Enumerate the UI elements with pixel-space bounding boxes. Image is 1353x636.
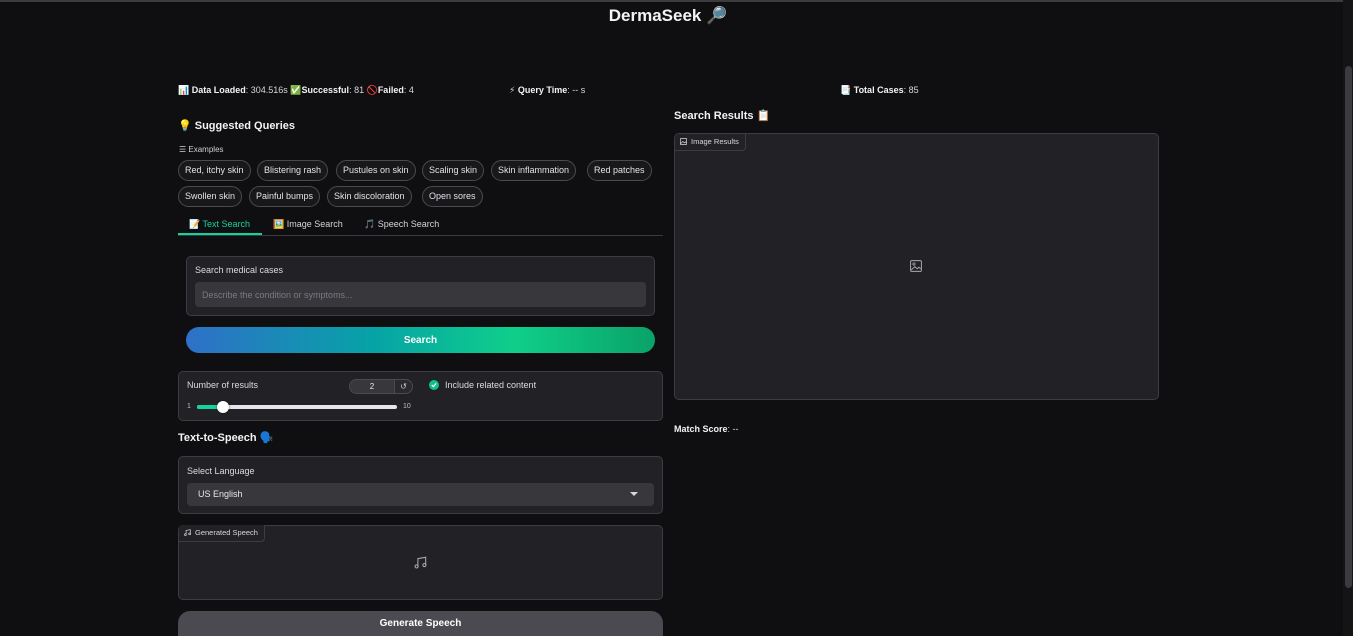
caret-down-icon[interactable] [630,492,638,496]
example-chip[interactable]: Skin inflammation [491,160,577,181]
app-title: DermaSeek 🔎 [608,6,728,25]
data-loaded-label: Data Loaded [191,85,246,95]
total-cases-label: Total Cases [853,85,904,95]
example-chip[interactable]: Open sores [422,186,483,207]
tab-text-search[interactable]: 📝 Text Search [189,219,250,230]
total-cases-value: : 85 [903,85,919,95]
example-chip[interactable]: Swollen skin [178,186,243,207]
generate-speech-button[interactable]: Generate Speech [178,611,663,636]
image-results-tag: Image Results [675,134,746,151]
music-note-icon [414,556,427,569]
tab-image-search[interactable]: 🖼️ Image Search [273,219,343,230]
example-chip[interactable]: Painful bumps [249,186,321,207]
tab-speech-search[interactable]: 🎵 Speech Search [364,219,439,230]
example-chip[interactable]: Scaling skin [422,160,485,181]
options-panel [178,371,663,421]
search-input[interactable] [195,282,646,307]
num-results-label: Number of results [187,380,259,390]
slider-max-label: 10 [403,403,411,410]
data-loaded-value: : 304.516s [245,85,288,95]
music-note-icon [184,529,191,536]
query-time-stat: ⚡ Query Time: -- s [509,85,585,96]
window-top-border [0,0,1353,2]
include-related-checkbox[interactable] [429,380,439,390]
match-score-label: Match Score [674,424,728,434]
prohibited-icon: 🚫 [366,85,378,95]
scrollbar-thumb[interactable] [1345,66,1352,588]
lightning-icon: ⚡ [509,85,516,95]
reset-button[interactable]: ↺ [394,379,413,394]
image-results-label: Image Results [691,137,739,146]
check-mark-icon: ✅ [290,85,302,95]
language-label: Select Language [187,466,255,476]
search-label: Search medical cases [195,265,284,275]
tabs-divider [178,235,663,236]
match-score: Match Score: -- [674,424,739,434]
image-icon [680,138,687,145]
slider-min-label: 1 [187,403,191,410]
successful-label: Successful [301,85,350,95]
check-icon [431,383,437,388]
example-chip[interactable]: Red, itchy skin [178,160,251,181]
query-time-value: : -- s [567,85,586,95]
num-results-input[interactable]: 2 [349,379,395,394]
search-button[interactable]: Search [186,327,655,353]
results-slider-handle[interactable] [217,401,229,413]
examples-label: ☰ Examples [179,145,224,154]
example-chip[interactable]: Skin discoloration [327,186,412,207]
language-select[interactable]: US English [187,483,654,506]
generated-speech-tag: Generated Speech [179,525,265,542]
image-placeholder-icon [910,260,922,272]
chart-icon: 📊 [178,85,190,95]
example-chip[interactable]: Pustules on skin [336,160,416,181]
match-score-value: : -- [727,424,739,434]
successful-value: : 81 [349,85,365,95]
document-icon: 📑 [840,85,852,95]
stats-summary: 📊 Data Loaded: 304.516s ✅Successful: 81 … [178,85,414,96]
example-chip[interactable]: Red patches [587,160,652,181]
failed-value: : 4 [403,85,414,95]
generated-speech-label: Generated Speech [195,528,258,537]
include-related-label: Include related content [445,380,537,390]
example-chip[interactable]: Blistering rash [257,160,329,181]
search-results-title: Search Results 📋 [674,110,771,122]
total-cases-stat: 📑 Total Cases: 85 [840,85,919,96]
failed-label: Failed [377,85,404,95]
suggested-queries-title: 💡 Suggested Queries [178,120,296,132]
active-tab-indicator [178,233,262,235]
tts-title: Text-to-Speech 🗣️ [178,432,274,444]
query-time-label: Query Time [517,85,568,95]
